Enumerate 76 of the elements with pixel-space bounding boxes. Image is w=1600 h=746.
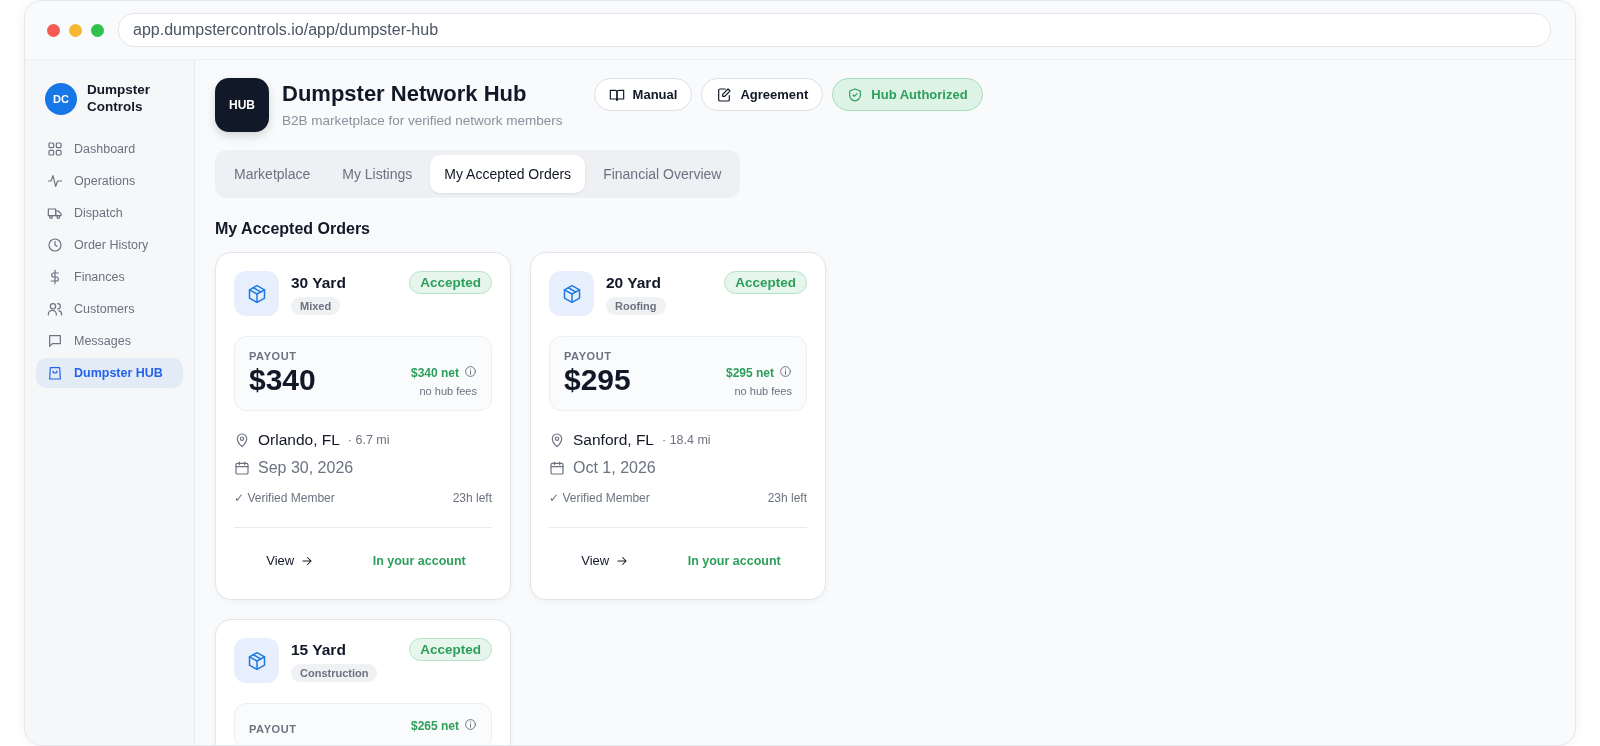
payout-amount: $340 [249,363,316,397]
time-left: 23h left [452,491,492,505]
cube-icon [246,283,267,304]
payout-label: PAYOUT [249,723,297,735]
status-badge: Accepted [409,271,492,294]
map-pin-icon [549,432,565,448]
calendar-icon [234,460,250,476]
view-link[interactable]: View [575,552,636,569]
address-bar[interactable]: app.dumpstercontrols.io/app/dumpster-hub [118,13,1551,47]
view-link[interactable]: View [260,552,321,569]
calendar-icon [549,460,565,476]
tab[interactable]: My Listings [328,155,427,193]
dumpster-size: 20 Yard [606,274,661,292]
page-subtitle: B2B marketplace for verified network members [282,113,563,128]
delivery-date: Sep 30, 2026 [258,459,354,477]
city: Orlando, FL [258,431,340,449]
info-icon [464,365,477,378]
account-status: In your account [372,553,466,568]
verified-member: ✓ Verified Member [549,491,650,505]
info-icon [779,365,792,378]
net-amount: $295 net [725,366,774,380]
distance: · 6.7 mi [347,433,390,447]
info-icon [464,718,477,731]
sidebar-item[interactable]: Dispatch [36,197,183,228]
category-tag: Roofing [606,297,666,315]
header-button[interactable]: Manual [593,78,693,111]
tab[interactable]: Marketplace [220,155,325,193]
verified-member: ✓ Verified Member [234,491,335,505]
account-status: In your account [687,553,781,568]
brand-name: Dumpster Controls [87,82,151,116]
brand-logo: DC [45,82,77,115]
close-window-dot[interactable] [47,23,60,37]
chat-icon [47,332,63,349]
clock-icon [47,236,63,253]
cube-icon [246,650,267,671]
minimize-window-dot[interactable] [69,23,82,37]
shopping-bag-icon [47,364,63,381]
sidebar-item[interactable]: Finances [36,261,183,292]
category-tag: Construction [291,664,378,682]
sidebar-item[interactable]: Dashboard [36,133,183,164]
maximize-window-dot[interactable] [91,23,104,37]
hub-logo: HUB [215,78,269,132]
fee-note: no hub fees [734,385,792,397]
sidebar-item[interactable]: Operations [36,165,183,196]
payout-label: PAYOUT [564,350,613,362]
users-icon [47,300,63,317]
delivery-date: Oct 1, 2026 [573,459,656,477]
page-title: Dumpster Network Hub [282,81,528,107]
net-amount: $265 net [410,719,459,733]
status-badge-button[interactable]: Hub Authorized [832,78,983,111]
shield-check-icon [847,86,864,103]
tab[interactable]: My Accepted Orders [430,155,586,193]
fee-note: no hub fees [419,385,477,397]
sidebar-item[interactable]: Dumpster HUB [36,357,183,388]
section-title: My Accepted Orders [215,220,371,238]
sidebar-item[interactable]: Customers [36,293,183,324]
payout-amount: $295 [564,363,631,397]
dumpster-size: 30 Yard [291,274,346,292]
document-pen-icon [716,86,733,103]
status-badge: Accepted [409,638,492,661]
tab[interactable]: Financial Overview [589,155,736,193]
distance: · 18.4 mi [662,433,711,447]
cube-icon [561,283,582,304]
category-tag: Mixed [291,297,341,315]
grid-icon [47,140,63,157]
payout-label: PAYOUT [249,350,298,362]
activity-icon [47,172,63,189]
sidebar-item[interactable]: Messages [36,325,183,356]
status-badge: Accepted [724,271,807,294]
net-amount: $340 net [410,366,459,380]
header-button[interactable]: Agreement [701,78,824,111]
sidebar-item[interactable]: Order History [36,229,183,260]
city: Sanford, FL [573,431,654,449]
dumpster-size: 15 Yard [291,641,346,659]
map-pin-icon [234,432,250,448]
time-left: 23h left [767,491,807,505]
